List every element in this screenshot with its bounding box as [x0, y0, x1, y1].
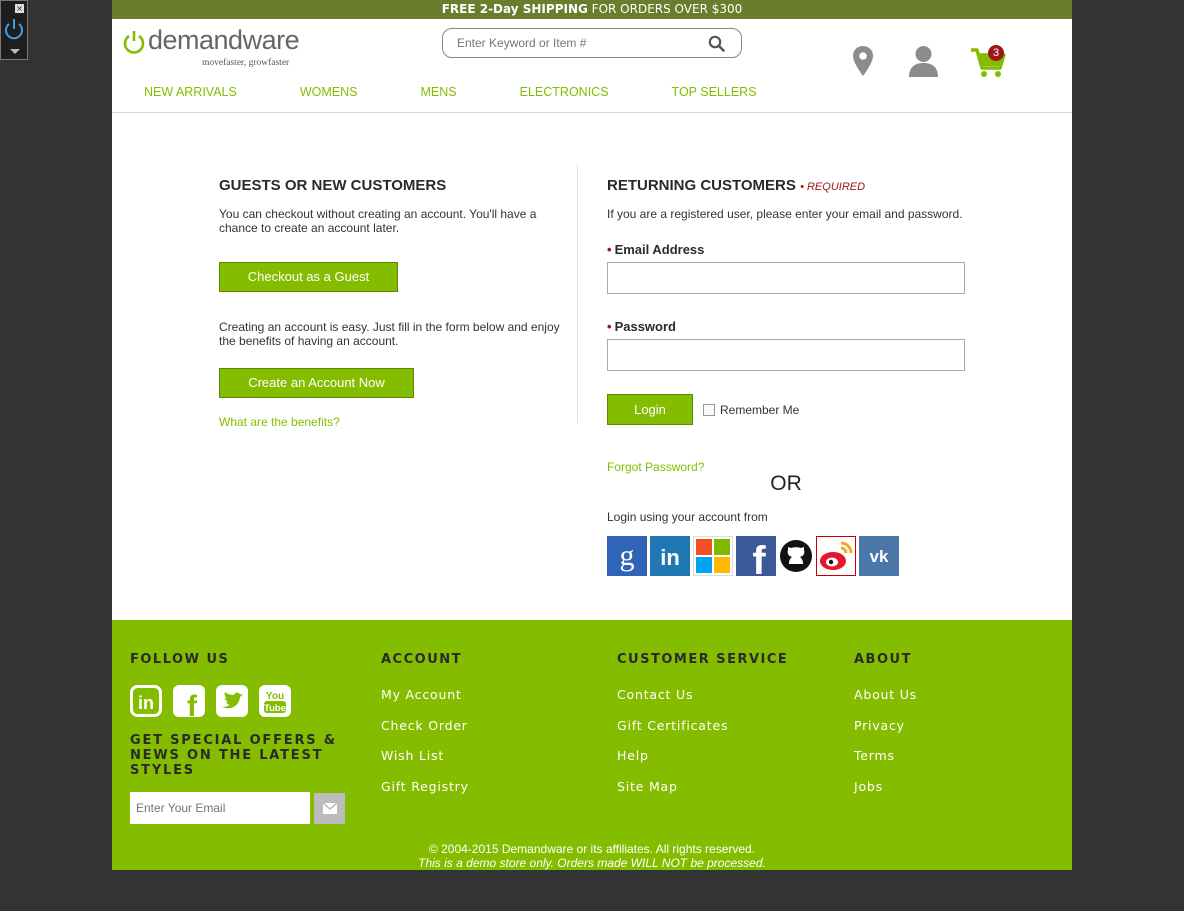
follow-title: FOLLOW US	[130, 652, 230, 667]
guest-section: GUESTS OR NEW CUSTOMERS You can checkout…	[219, 167, 569, 431]
page: FREE 2-Day SHIPPING FOR ORDERS OVER $300…	[112, 0, 1072, 870]
close-icon[interactable]: ×	[15, 4, 24, 13]
footer-link-wish-list[interactable]: Wish List	[381, 748, 469, 763]
footer-link-privacy[interactable]: Privacy	[854, 718, 917, 733]
footer-link-about-us[interactable]: About Us	[854, 687, 917, 702]
google-icon[interactable]: g	[607, 536, 647, 576]
power-widget[interactable]: ×	[0, 0, 28, 60]
account-icon[interactable]	[908, 45, 939, 77]
footer-account: ACCOUNT My Account Check Order Wish List…	[381, 652, 469, 809]
footer: FOLLOW US in f You Tube GET SPECIAL OFFE…	[112, 620, 1072, 870]
footer-about: ABOUT About Us Privacy Terms Jobs	[854, 652, 917, 809]
svg-text:f: f	[752, 539, 766, 576]
footer-link-terms[interactable]: Terms	[854, 748, 917, 763]
microsoft-icon[interactable]	[693, 536, 733, 576]
login-content: GUESTS OR NEW CUSTOMERS You can checkout…	[112, 113, 1072, 620]
footer-link-gift-certificates[interactable]: Gift Certificates	[617, 718, 788, 733]
column-divider	[577, 165, 578, 423]
footer-link-gift-registry[interactable]: Gift Registry	[381, 779, 469, 794]
footer-link-site-map[interactable]: Site Map	[617, 779, 788, 794]
promo-bold: FREE 2-Day SHIPPING	[441, 2, 588, 16]
svg-text:vk: vk	[870, 547, 889, 566]
brand-logo[interactable]: demandware movefaster, growfaster	[122, 25, 312, 68]
youtube-icon[interactable]: You Tube	[259, 685, 291, 717]
store-locator-icon[interactable]	[852, 45, 874, 77]
demo-notice: This is a demo store only. Orders made W…	[418, 856, 766, 870]
remember-me-label: Remember Me	[720, 403, 800, 417]
svg-text:in: in	[660, 545, 680, 570]
svg-text:f: f	[187, 690, 198, 717]
logo-power-icon	[123, 31, 145, 54]
create-account-intro: Creating an account is easy. Just fill i…	[219, 320, 560, 348]
remember-me-checkbox[interactable]	[703, 404, 715, 416]
returning-intro: If you are a registered user, please ent…	[607, 207, 963, 221]
forgot-password-link[interactable]: Forgot Password?	[607, 460, 704, 474]
footer-link-help[interactable]: Help	[617, 748, 788, 763]
guest-title: GUESTS OR NEW CUSTOMERS	[219, 177, 447, 194]
footer-service: CUSTOMER SERVICE Contact Us Gift Certifi…	[617, 652, 788, 809]
copyright: © 2004-2015 Demandware or its affiliates…	[112, 842, 1072, 870]
brand-name: demandware	[148, 25, 300, 55]
newsletter-email-input[interactable]	[130, 792, 310, 824]
nav-item-mens[interactable]: MENS	[421, 85, 457, 99]
twitter-icon[interactable]	[216, 685, 248, 717]
benefits-link[interactable]: What are the benefits?	[219, 415, 340, 429]
returning-title: RETURNING CUSTOMERS • REQUIRED	[607, 177, 866, 194]
about-title: ABOUT	[854, 652, 912, 667]
promo-text: FOR ORDERS OVER $300	[587, 2, 743, 16]
facebook-icon[interactable]: f	[736, 536, 776, 576]
linkedin-icon[interactable]: in	[650, 536, 690, 576]
oauth-intro: Login using your account from	[607, 510, 768, 524]
service-title: CUSTOMER SERVICE	[617, 652, 789, 667]
account-title: ACCOUNT	[381, 652, 462, 667]
search-box	[442, 28, 742, 58]
vk-icon[interactable]: vk	[859, 536, 899, 576]
required-note: • REQUIRED	[800, 181, 866, 193]
nav-item-top-sellers[interactable]: TOP SELLERS	[672, 85, 757, 99]
svg-text:You: You	[266, 691, 284, 702]
search-input[interactable]	[457, 35, 697, 51]
linkedin-icon[interactable]: in	[130, 685, 162, 717]
checkout-guest-button[interactable]: Checkout as a Guest	[219, 262, 398, 292]
power-icon[interactable]	[3, 17, 25, 43]
search-icon[interactable]	[708, 35, 725, 52]
guest-intro: You can checkout without creating an acc…	[219, 207, 537, 235]
returning-section: RETURNING CUSTOMERS • REQUIRED If you ar…	[607, 167, 967, 576]
newsletter-submit-button[interactable]	[314, 793, 345, 824]
password-label: • Password	[607, 319, 676, 334]
copyright-text: © 2004-2015 Demandware or its affiliates…	[428, 842, 756, 856]
svg-text:g: g	[620, 539, 635, 572]
oauth-providers: g in f vk	[607, 536, 967, 576]
create-account-button[interactable]: Create an Account Now	[219, 368, 414, 398]
footer-link-contact-us[interactable]: Contact Us	[617, 687, 788, 702]
promo-banner: FREE 2-Day SHIPPING FOR ORDERS OVER $300	[112, 0, 1072, 19]
nav-item-electronics[interactable]: ELECTRONICS	[520, 85, 609, 99]
footer-link-check-order[interactable]: Check Order	[381, 718, 469, 733]
login-row: Login Remember Me	[607, 394, 967, 425]
nav-item-new-arrivals[interactable]: NEW ARRIVALS	[144, 85, 237, 99]
weibo-icon[interactable]	[816, 536, 856, 576]
offers-title: GET SPECIAL OFFERS & NEWS ON THE LATEST …	[130, 733, 337, 778]
facebook-icon[interactable]: f	[173, 685, 205, 717]
cart-count-badge: 3	[988, 45, 1004, 61]
login-button[interactable]: Login	[607, 394, 693, 425]
email-field[interactable]	[607, 262, 965, 294]
footer-link-jobs[interactable]: Jobs	[854, 779, 917, 794]
main-nav: NEW ARRIVALS WOMENS MENS ELECTRONICS TOP…	[144, 85, 820, 99]
github-icon[interactable]	[779, 536, 813, 576]
footer-follow: FOLLOW US in f You Tube	[130, 652, 291, 717]
email-label: • Email Address	[607, 242, 705, 257]
nav-item-womens[interactable]: WOMENS	[300, 85, 358, 99]
follow-icons: in f You Tube	[130, 685, 291, 717]
password-field[interactable]	[607, 339, 965, 371]
envelope-icon	[322, 803, 337, 814]
chevron-down-icon[interactable]	[10, 49, 20, 54]
svg-text:in: in	[138, 693, 154, 713]
footer-link-my-account[interactable]: My Account	[381, 687, 469, 702]
brand-tagline: movefaster, growfaster	[202, 58, 290, 68]
header: demandware movefaster, growfaster 3	[112, 19, 1072, 113]
svg-text:Tube: Tube	[264, 703, 286, 714]
